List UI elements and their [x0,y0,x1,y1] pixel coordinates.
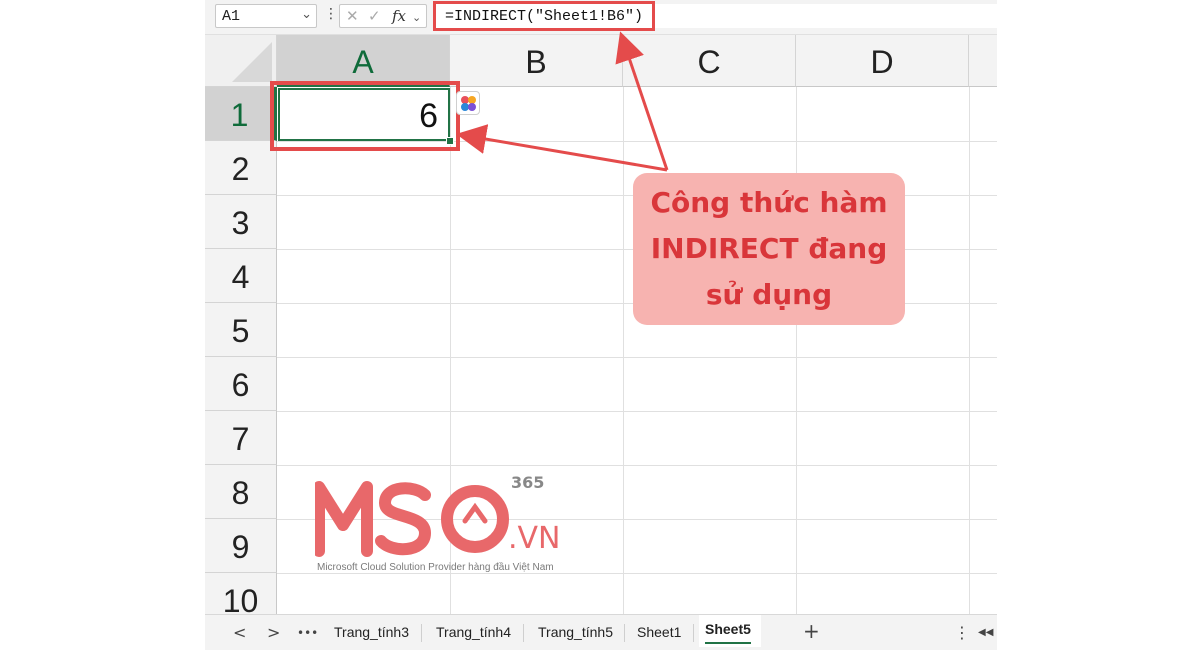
prev-sheet-icon[interactable]: < [233,623,246,642]
formula-bar: A1 ⌄ ⋮ ✕ ✓ fx ⌄ =INDIRECT("Sheet1!B6") [205,0,997,35]
mso-logo: 365 .VN Microsoft Cloud Solution Provide… [313,473,575,583]
enter-check-icon[interactable]: ✓ [368,7,381,25]
sheet-tab-trang-tinh4[interactable]: Trang_tính4 [436,624,511,640]
tab-options-icon[interactable]: ⋮ [954,623,970,642]
sheet-tab-sheet1[interactable]: Sheet1 [637,624,681,640]
column-header-a[interactable]: A [277,35,450,87]
next-sheet-icon[interactable]: > [267,623,280,642]
logo-vn: .VN [508,521,561,556]
tab-separator [624,624,625,642]
grid-line [623,87,624,615]
select-all-corner[interactable] [205,35,277,87]
logo-365: 365 [511,473,545,492]
grid-line [277,465,997,466]
sheet-tab-trang-tinh5[interactable]: Trang_tính5 [538,624,613,640]
callout-text: Công thức hàm INDIRECT đang sử dụng [650,186,888,311]
column-header-e[interactable] [969,35,997,87]
name-box-value: A1 [222,8,241,25]
chevron-down-icon[interactable]: ⌄ [301,7,312,22]
sheet-tab-sheet5[interactable]: Sheet5 [705,621,751,637]
more-options-icon[interactable]: ⋮ [324,6,338,22]
add-sheet-icon[interactable]: + [803,619,820,643]
row-header-3[interactable]: 3 [205,195,277,249]
row-header-1[interactable]: 1 [205,87,277,141]
row-header-4[interactable]: 4 [205,249,277,303]
name-box[interactable]: A1 ⌄ [215,4,317,28]
formula-buttons: ✕ ✓ fx ⌄ [339,4,427,28]
grid-line [969,87,970,615]
row-header-8[interactable]: 8 [205,465,277,519]
copilot-icon[interactable] [456,91,480,115]
row-header-5[interactable]: 5 [205,303,277,357]
insert-function-icon[interactable]: fx [392,7,406,25]
column-header-d[interactable]: D [796,35,969,87]
tab-separator [421,624,422,642]
grid-line [277,357,997,358]
row-header-6[interactable]: 6 [205,357,277,411]
formula-highlight-box [433,1,655,31]
sheet-tab-trang-tinh3[interactable]: Trang_tính3 [334,624,409,640]
grid-line [796,87,797,615]
row-header-2[interactable]: 2 [205,141,277,195]
cell-highlight-box [270,81,460,151]
column-header-c[interactable]: C [623,35,796,87]
grid-line [277,411,997,412]
mso-logo-mark [313,481,509,557]
row-header-7[interactable]: 7 [205,411,277,465]
logo-tagline: Microsoft Cloud Solution Provider hàng đ… [317,562,554,573]
more-sheets-icon[interactable]: ••• [297,626,318,640]
sheet-tab-bar: < > ••• Trang_tính3 Trang_tính4 Trang_tí… [205,614,997,650]
tab-separator [523,624,524,642]
chevron-down-icon[interactable]: ⌄ [412,11,421,24]
column-header-b[interactable]: B [450,35,623,87]
select-all-triangle [232,42,272,82]
callout-box: Công thức hàm INDIRECT đang sử dụng [633,173,905,325]
cancel-icon[interactable]: ✕ [346,7,359,25]
scroll-left-icon[interactable]: ◀◀ [978,627,993,638]
row-header-9[interactable]: 9 [205,519,277,573]
tab-separator [693,624,694,642]
active-tab-underline [705,642,751,644]
